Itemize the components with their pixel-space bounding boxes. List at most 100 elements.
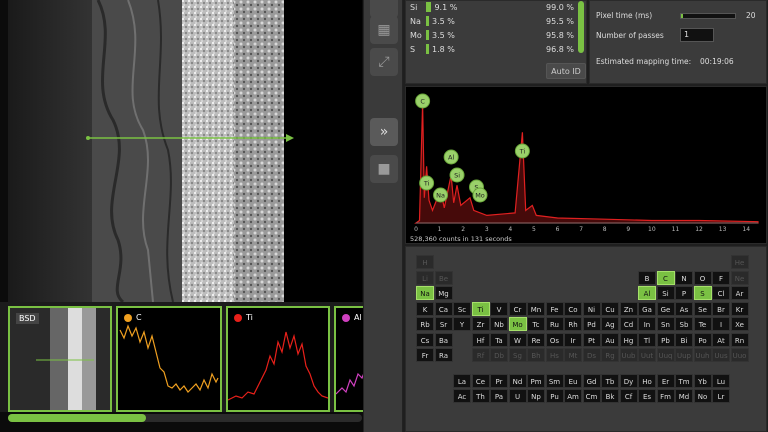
element-la[interactable]: La	[453, 373, 471, 388]
element-cd[interactable]: Cd	[619, 317, 638, 331]
element-c[interactable]: C	[656, 270, 675, 285]
element-bi[interactable]: Bi	[675, 332, 693, 347]
element-zn[interactable]: Zn	[619, 301, 638, 316]
auto-id-button[interactable]: Auto ID	[546, 63, 586, 79]
element-ne[interactable]: Ne	[730, 270, 749, 285]
element-he[interactable]: He	[730, 255, 749, 269]
element-cm[interactable]: Cm	[582, 389, 601, 403]
element-lr[interactable]: Lr	[712, 389, 730, 403]
element-ta[interactable]: Ta	[490, 332, 508, 347]
element-rb[interactable]: Rb	[416, 317, 434, 331]
element-ir[interactable]: Ir	[564, 332, 582, 347]
element-rn[interactable]: Rn	[730, 332, 749, 347]
element-mt[interactable]: Mt	[564, 348, 582, 362]
element-pb[interactable]: Pb	[656, 332, 675, 347]
element-ba[interactable]: Ba	[434, 332, 453, 347]
element-ar[interactable]: Ar	[730, 286, 749, 300]
element-am[interactable]: Am	[564, 389, 582, 403]
thumb-c[interactable]: C	[116, 306, 222, 412]
element-uup[interactable]: Uup	[675, 348, 693, 362]
stop-icon[interactable]: ■	[370, 155, 398, 183]
element-co[interactable]: Co	[564, 301, 582, 316]
start-icon[interactable]: »	[370, 118, 398, 146]
element-ra[interactable]: Ra	[434, 348, 453, 362]
element-es[interactable]: Es	[638, 389, 656, 403]
element-nb[interactable]: Nb	[490, 317, 508, 331]
element-tc[interactable]: Tc	[527, 317, 545, 331]
element-at[interactable]: At	[712, 332, 730, 347]
element-ru[interactable]: Ru	[545, 317, 564, 331]
element-i[interactable]: I	[712, 317, 730, 331]
element-pu[interactable]: Pu	[545, 389, 564, 403]
element-v[interactable]: V	[490, 301, 508, 316]
element-te[interactable]: Te	[693, 317, 712, 331]
element-uuh[interactable]: Uuh	[693, 348, 712, 362]
element-pd[interactable]: Pd	[582, 317, 601, 331]
element-dy[interactable]: Dy	[619, 373, 638, 388]
element-pt[interactable]: Pt	[582, 332, 601, 347]
element-rh[interactable]: Rh	[564, 317, 582, 331]
element-ge[interactable]: Ge	[656, 301, 675, 316]
element-np[interactable]: Np	[527, 389, 545, 403]
element-ce[interactable]: Ce	[471, 373, 490, 388]
element-tm[interactable]: Tm	[675, 373, 693, 388]
element-db[interactable]: Db	[490, 348, 508, 362]
element-os[interactable]: Os	[545, 332, 564, 347]
element-cr[interactable]: Cr	[508, 301, 527, 316]
element-pm[interactable]: Pm	[527, 373, 545, 388]
element-ag[interactable]: Ag	[601, 317, 619, 331]
element-n[interactable]: N	[675, 270, 693, 285]
element-p[interactable]: P	[675, 286, 693, 300]
element-o[interactable]: O	[693, 270, 712, 285]
element-ac[interactable]: Ac	[453, 389, 471, 403]
element-mg[interactable]: Mg	[434, 286, 453, 300]
pixel-time-slider[interactable]	[680, 13, 736, 19]
element-zr[interactable]: Zr	[471, 317, 490, 331]
element-uut[interactable]: Uut	[638, 348, 656, 362]
element-yb[interactable]: Yb	[693, 373, 712, 388]
element-rf[interactable]: Rf	[471, 348, 490, 362]
element-cl[interactable]: Cl	[712, 286, 730, 300]
resize-icon[interactable]: ⤢	[370, 48, 398, 76]
element-gd[interactable]: Gd	[582, 373, 601, 388]
element-fe[interactable]: Fe	[545, 301, 564, 316]
element-bh[interactable]: Bh	[527, 348, 545, 362]
element-sg[interactable]: Sg	[508, 348, 527, 362]
element-uuo[interactable]: Uuo	[730, 348, 749, 362]
element-er[interactable]: Er	[656, 373, 675, 388]
element-hs[interactable]: Hs	[545, 348, 564, 362]
thumb-ti[interactable]: Ti	[226, 306, 330, 412]
element-fm[interactable]: Fm	[656, 389, 675, 403]
element-h[interactable]: H	[416, 255, 434, 269]
element-f[interactable]: F	[712, 270, 730, 285]
element-th[interactable]: Th	[471, 389, 490, 403]
element-hg[interactable]: Hg	[619, 332, 638, 347]
element-lu[interactable]: Lu	[712, 373, 730, 388]
element-fr[interactable]: Fr	[416, 348, 434, 362]
element-xe[interactable]: Xe	[730, 317, 749, 331]
element-uub[interactable]: Uub	[619, 348, 638, 362]
element-tb[interactable]: Tb	[601, 373, 619, 388]
element-ti[interactable]: Ti	[471, 301, 490, 316]
element-re[interactable]: Re	[527, 332, 545, 347]
element-cf[interactable]: Cf	[619, 389, 638, 403]
element-ni[interactable]: Ni	[582, 301, 601, 316]
element-rg[interactable]: Rg	[601, 348, 619, 362]
element-pr[interactable]: Pr	[490, 373, 508, 388]
element-au[interactable]: Au	[601, 332, 619, 347]
element-bk[interactable]: Bk	[601, 389, 619, 403]
element-na[interactable]: Na	[416, 286, 434, 300]
element-as[interactable]: As	[675, 301, 693, 316]
element-kr[interactable]: Kr	[730, 301, 749, 316]
spectrum-panel[interactable]: 0 1 2 3 4 5 6 7 8 9 10 11 12 13 14 528,360 counts in 13…	[405, 86, 767, 244]
element-al[interactable]: Al	[638, 286, 656, 300]
element-eu[interactable]: Eu	[564, 373, 582, 388]
thumb-al[interactable]: Al	[334, 306, 363, 412]
element-s[interactable]: S	[693, 286, 712, 300]
element-ca[interactable]: Ca	[434, 301, 453, 316]
sem-image[interactable]	[8, 0, 362, 302]
element-sm[interactable]: Sm	[545, 373, 564, 388]
element-uus[interactable]: Uus	[712, 348, 730, 362]
element-se[interactable]: Se	[693, 301, 712, 316]
element-uuq[interactable]: Uuq	[656, 348, 675, 362]
